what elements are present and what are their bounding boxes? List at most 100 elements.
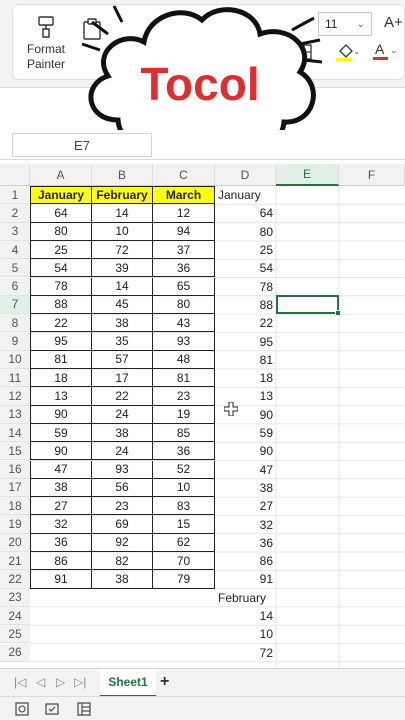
table-header-cell[interactable]: March <box>153 186 215 205</box>
table-cell[interactable]: 36 <box>153 442 215 461</box>
fill-handle[interactable] <box>335 310 341 317</box>
table-cell[interactable]: 59 <box>30 423 92 443</box>
row-header[interactable]: 1 <box>0 186 30 205</box>
row-header[interactable]: 22 <box>0 570 30 589</box>
column-d-cell[interactable]: 18 <box>215 369 276 387</box>
table-header-cell[interactable]: January <box>30 186 92 205</box>
table-cell[interactable]: 85 <box>153 423 215 443</box>
table-cell[interactable]: 72 <box>92 240 153 260</box>
table-cell[interactable]: 57 <box>92 350 153 369</box>
row-header[interactable]: 2 <box>0 204 30 223</box>
column-d-cell[interactable]: 95 <box>215 332 276 350</box>
tab-sheet1[interactable]: Sheet1 <box>100 669 156 697</box>
row-header[interactable]: 11 <box>0 369 30 388</box>
column-d-cell[interactable]: 36 <box>215 534 276 552</box>
row-header[interactable]: 13 <box>0 405 30 424</box>
table-cell[interactable]: 88 <box>30 295 92 315</box>
row-header[interactable]: 5 <box>0 259 30 278</box>
column-d-cell[interactable]: 81 <box>215 351 276 369</box>
column-d-cell[interactable]: 10 <box>215 625 276 643</box>
table-cell[interactable]: 93 <box>153 332 215 351</box>
column-d-cell[interactable]: 38 <box>215 479 276 497</box>
row-header[interactable]: 10 <box>0 350 30 369</box>
column-d-cell[interactable]: 72 <box>215 644 276 662</box>
row-header[interactable]: 23 <box>0 588 30 607</box>
row-header[interactable]: 6 <box>0 277 30 296</box>
column-d-cell[interactable]: 14 <box>215 607 276 625</box>
column-d-cell[interactable]: 25 <box>215 241 276 259</box>
table-cell[interactable]: 35 <box>92 332 153 351</box>
column-d-cell[interactable]: 22 <box>215 314 276 332</box>
select-all-corner[interactable] <box>0 164 30 186</box>
table-cell[interactable]: 13 <box>30 387 92 406</box>
table-cell[interactable]: 48 <box>153 350 215 369</box>
table-cell[interactable]: 80 <box>153 295 215 315</box>
format-painter-button[interactable]: Format Painter <box>22 14 70 78</box>
table-cell[interactable]: 38 <box>92 314 153 333</box>
table-cell[interactable]: 10 <box>92 222 153 241</box>
row-header[interactable]: 8 <box>0 314 30 333</box>
page-view-icon[interactable] <box>14 701 30 717</box>
table-cell[interactable]: 81 <box>153 369 215 388</box>
table-cell[interactable]: 90 <box>30 405 92 424</box>
table-cell[interactable]: 93 <box>92 460 153 479</box>
table-cell[interactable]: 47 <box>30 460 92 479</box>
table-cell[interactable]: 79 <box>153 570 215 589</box>
table-cell[interactable]: 69 <box>92 515 153 534</box>
table-cell[interactable]: 32 <box>30 515 92 534</box>
row-header[interactable]: 19 <box>0 515 30 534</box>
table-cell[interactable]: 10 <box>153 478 215 498</box>
table-cell[interactable]: 38 <box>92 423 153 443</box>
row-header[interactable]: 4 <box>0 240 30 260</box>
row-header[interactable]: 15 <box>0 442 30 461</box>
table-header-cell[interactable]: February <box>92 186 153 205</box>
add-sheet-button[interactable]: + <box>160 673 169 691</box>
increase-font-size-button[interactable]: A+ <box>384 14 403 31</box>
sheet-layout-icon[interactable] <box>76 701 92 717</box>
column-d-cell[interactable]: 59 <box>215 424 276 442</box>
row-header[interactable]: 14 <box>0 423 30 443</box>
table-cell[interactable]: 83 <box>153 497 215 516</box>
table-cell[interactable]: 18 <box>30 369 92 388</box>
table-cell[interactable]: 43 <box>153 314 215 333</box>
table-cell[interactable]: 23 <box>153 387 215 406</box>
column-d-cell[interactable]: 90 <box>215 442 276 460</box>
table-cell[interactable]: 80 <box>30 222 92 241</box>
table-cell[interactable]: 24 <box>92 442 153 461</box>
table-cell[interactable]: 94 <box>153 222 215 241</box>
table-cell[interactable]: 65 <box>153 277 215 296</box>
accessibility-icon[interactable] <box>44 701 60 717</box>
row-header[interactable]: 26 <box>0 643 30 662</box>
table-cell[interactable]: 38 <box>30 478 92 498</box>
table-cell[interactable]: 92 <box>92 533 153 552</box>
table-cell[interactable]: 39 <box>92 259 153 278</box>
column-d-cell[interactable]: 27 <box>215 497 276 515</box>
row-header[interactable]: 20 <box>0 533 30 552</box>
table-cell[interactable]: 56 <box>92 478 153 498</box>
column-d-cell[interactable]: 91 <box>215 570 276 588</box>
table-cell[interactable]: 17 <box>92 369 153 388</box>
column-header[interactable]: B <box>92 164 153 186</box>
first-sheet-icon[interactable]: |◁ <box>14 675 26 689</box>
column-d-cell[interactable]: February <box>215 589 276 607</box>
table-cell[interactable]: 54 <box>30 259 92 278</box>
column-header[interactable]: F <box>339 164 405 186</box>
row-header[interactable]: 24 <box>0 606 30 626</box>
table-cell[interactable]: 22 <box>30 314 92 333</box>
row-header[interactable]: 12 <box>0 387 30 406</box>
column-header[interactable]: E <box>276 164 339 186</box>
table-cell[interactable]: 38 <box>92 570 153 589</box>
column-d-cell[interactable]: January <box>215 186 276 204</box>
row-header[interactable]: 3 <box>0 222 30 241</box>
column-d-cell[interactable]: 80 <box>215 223 276 241</box>
table-cell[interactable]: 62 <box>153 533 215 552</box>
row-header[interactable]: 21 <box>0 552 30 571</box>
table-cell[interactable]: 14 <box>92 277 153 296</box>
table-cell[interactable]: 19 <box>153 405 215 424</box>
table-cell[interactable]: 25 <box>30 240 92 260</box>
table-cell[interactable]: 14 <box>92 204 153 223</box>
row-header[interactable]: 25 <box>0 625 30 644</box>
table-cell[interactable]: 45 <box>92 295 153 315</box>
table-cell[interactable]: 36 <box>153 259 215 278</box>
selected-cell-e7[interactable] <box>276 295 341 317</box>
